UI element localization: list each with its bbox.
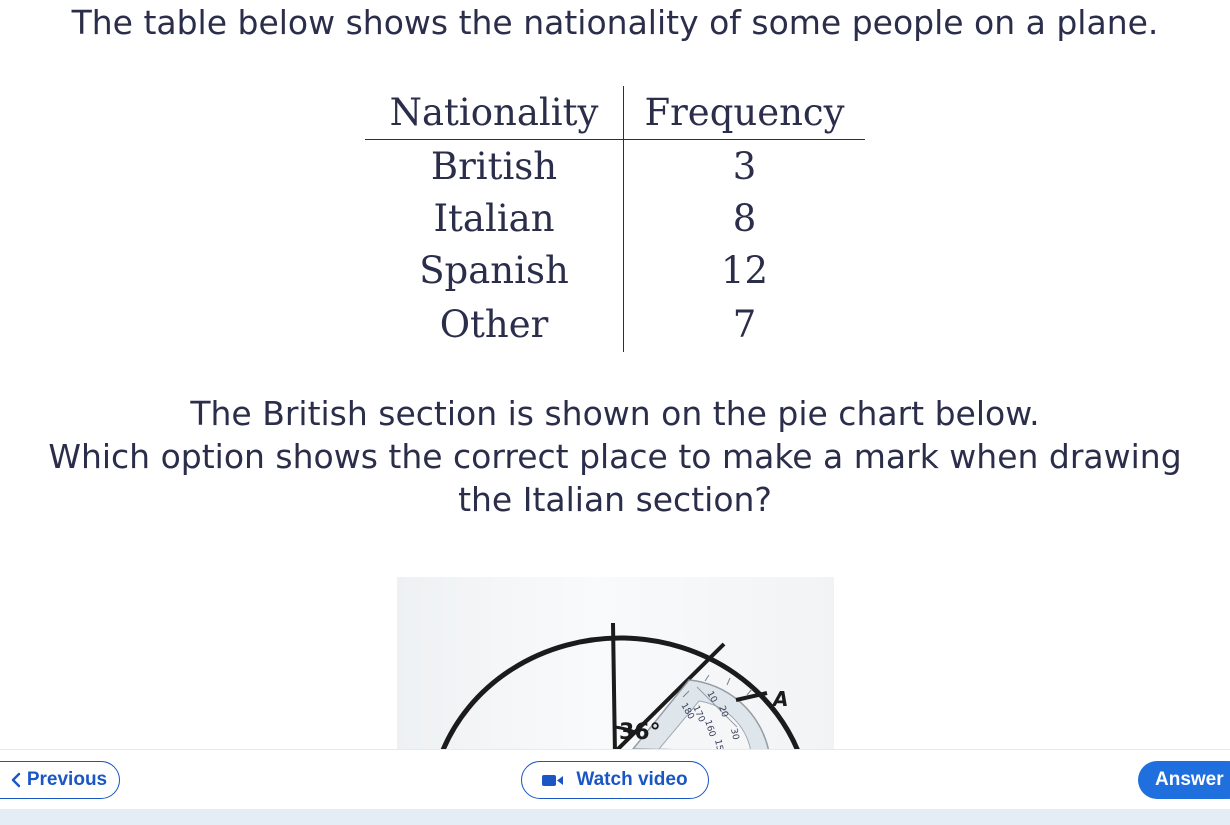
table-row: Italian 8 bbox=[365, 192, 865, 244]
previous-button[interactable]: Previous bbox=[0, 761, 120, 799]
video-camera-icon bbox=[542, 774, 564, 787]
frequency-cell: 7 bbox=[732, 302, 757, 346]
nationality-cell: Italian bbox=[365, 192, 624, 244]
nationality-cell: Spanish bbox=[365, 244, 624, 296]
prompt-line: the Italian section? bbox=[458, 480, 772, 519]
prompt-line: The British section is shown on the pie … bbox=[190, 394, 1040, 433]
table-header-row: Nationality Frequency bbox=[365, 86, 865, 140]
answer-label: Answer bbox=[1155, 769, 1224, 790]
header-frequency: Frequency bbox=[623, 86, 865, 140]
pie-radius-vertical bbox=[611, 622, 617, 749]
answer-button[interactable]: Answer bbox=[1138, 761, 1230, 799]
angle-label: 36° bbox=[619, 720, 661, 745]
frequency-cell: 12 bbox=[720, 248, 769, 292]
frequency-table: Nationality Frequency British 3 Italian … bbox=[365, 86, 865, 352]
question-prompt: The British section is shown on the pie … bbox=[0, 392, 1230, 521]
nationality-cell: British bbox=[365, 139, 624, 192]
header-nationality: Nationality bbox=[365, 86, 624, 140]
prompt-line: Which option shows the correct place to … bbox=[48, 437, 1182, 476]
chevron-left-icon bbox=[11, 772, 21, 788]
option-a-label: A bbox=[771, 687, 788, 711]
pie-chart-figure: 180 170 160 150 10 20 30 A 36° bbox=[397, 577, 834, 749]
question-intro: The table below shows the nationality of… bbox=[71, 3, 1159, 42]
watch-video-label: Watch video bbox=[576, 769, 688, 790]
nationality-cell: Other bbox=[365, 296, 624, 352]
table-row: Spanish 12 bbox=[365, 244, 865, 296]
previous-label: Previous bbox=[26, 769, 108, 790]
frequency-cell: 8 bbox=[732, 196, 757, 240]
watch-video-button[interactable]: Watch video bbox=[521, 761, 709, 799]
table-row: British 3 bbox=[365, 139, 865, 192]
table-row: Other 7 bbox=[365, 296, 865, 352]
bottom-strip bbox=[0, 809, 1230, 825]
frequency-cell: 3 bbox=[732, 144, 757, 188]
